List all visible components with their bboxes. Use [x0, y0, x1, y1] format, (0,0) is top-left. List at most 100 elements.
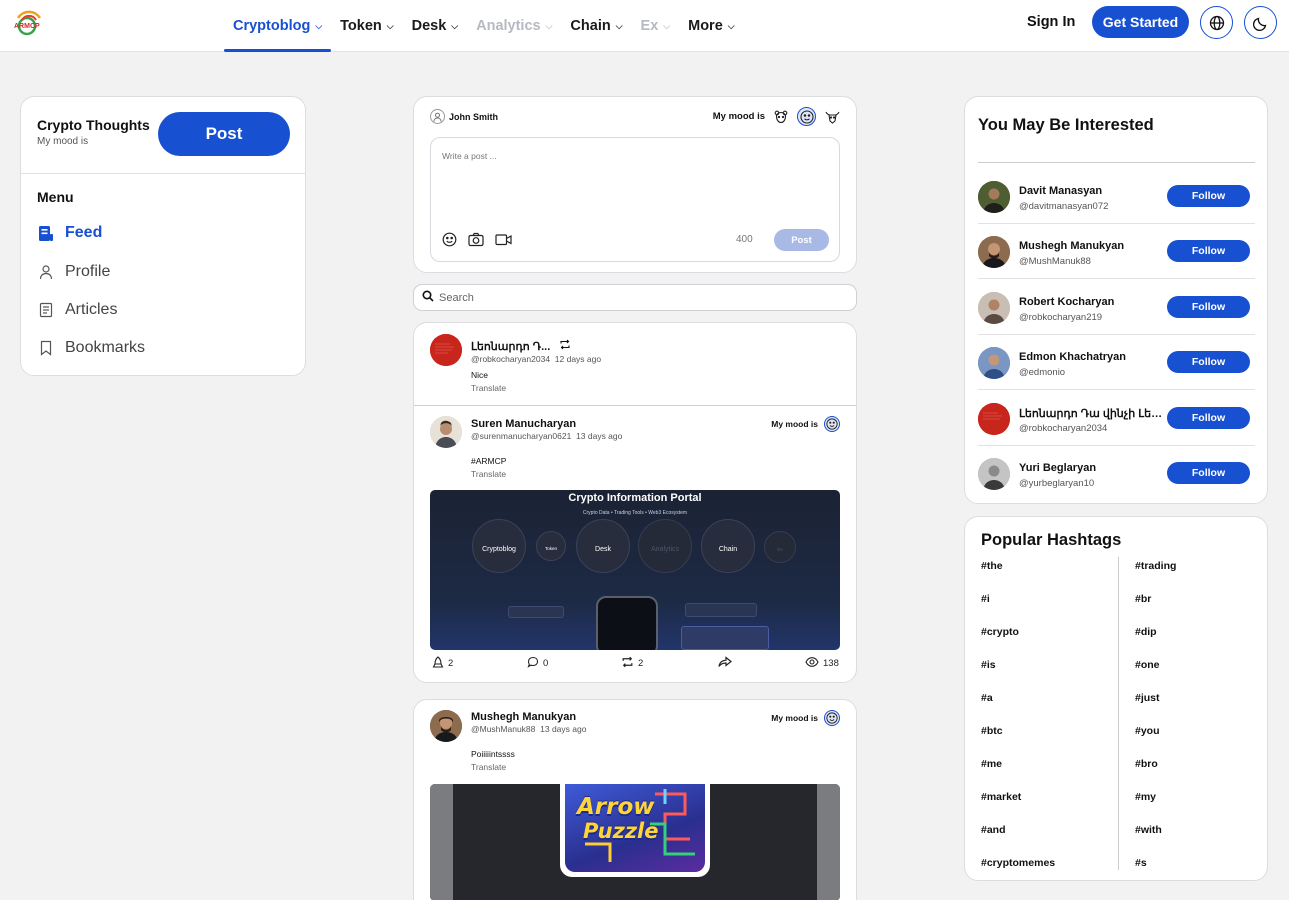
post-stats: 2 0 2 138 — [430, 656, 840, 670]
moon-icon[interactable] — [1244, 6, 1277, 39]
follow-button[interactable]: Follow — [1167, 240, 1250, 262]
post-meta: @MushManuk88 13 days ago — [471, 724, 586, 734]
divider — [21, 173, 306, 174]
post-handle[interactable]: @MushManuk88 — [471, 724, 535, 734]
nav-analytics[interactable]: Analytics ⌵ — [467, 0, 561, 52]
comment-stat[interactable]: 0 — [527, 656, 548, 671]
video-icon[interactable] — [495, 232, 512, 252]
avatar[interactable] — [430, 416, 462, 448]
avatar[interactable] — [978, 458, 1010, 490]
post-image[interactable]: Arrow Puzzle — [430, 784, 840, 900]
hashtag-link[interactable]: #just — [1135, 692, 1160, 704]
mood-subtitle: My mood is — [37, 136, 89, 147]
nav-more[interactable]: More ⌵ — [679, 0, 743, 52]
suggested-user-name[interactable]: Davit Manasyan — [1019, 185, 1102, 197]
post-author-name[interactable]: Suren Manucharyan — [471, 418, 576, 430]
hashtag-link[interactable]: #s — [1135, 857, 1147, 869]
repost-handle[interactable]: @robkocharyan2034 — [471, 354, 550, 364]
follow-button[interactable]: Follow — [1167, 351, 1250, 373]
nav-label: More — [688, 18, 723, 34]
character-count: 400 — [736, 234, 753, 245]
hashtag-link[interactable]: #crypto — [981, 626, 1019, 638]
menu-item-profile[interactable]: Profile — [37, 263, 110, 281]
image-title: Crypto Information Portal — [568, 492, 702, 504]
post-button[interactable]: Post — [158, 112, 290, 156]
like-stat[interactable]: 2 — [432, 656, 453, 671]
hashtag-link[interactable]: #cryptomemes — [981, 857, 1055, 869]
arrow-puzzle-art: Arrow Puzzle — [565, 784, 705, 872]
post-textarea[interactable]: Write a post ... 400 Post — [430, 137, 840, 262]
avatar[interactable] — [430, 334, 462, 366]
menu-item-articles[interactable]: Articles — [37, 301, 117, 319]
suggested-user-name[interactable]: Edmon Khachatryan — [1019, 351, 1126, 363]
follow-button[interactable]: Follow — [1167, 296, 1250, 318]
hashtag-link[interactable]: #trading — [1135, 560, 1176, 572]
bull-icon[interactable] — [824, 109, 840, 125]
armcp-logo[interactable]: ARMCP — [12, 6, 46, 40]
hashtag-link[interactable]: #bro — [1135, 758, 1158, 770]
post-handle[interactable]: @surenmanucharyan0621 — [471, 431, 571, 441]
post-meta: @surenmanucharyan0621 13 days ago — [471, 431, 622, 441]
repost-author-name[interactable]: Լեոնարդո Դ... — [471, 340, 550, 353]
suggested-user-name[interactable]: Լեոնարդո Դա վինչի Լեո... — [1019, 407, 1165, 420]
mood-selector: My mood is — [713, 107, 840, 126]
translate-link[interactable]: Translate — [471, 762, 506, 772]
suggested-user-name[interactable]: Robert Kocharyan — [1019, 296, 1114, 308]
nav-desk[interactable]: Desk ⌵ — [403, 0, 468, 52]
repost-icon — [621, 656, 634, 671]
hashtag-link[interactable]: #market — [981, 791, 1021, 803]
menu-item-feed[interactable]: Feed — [37, 224, 102, 242]
get-started-button[interactable]: Get Started — [1092, 6, 1189, 38]
nav-chain[interactable]: Chain ⌵ — [561, 0, 631, 52]
post-image[interactable]: Crypto Information Portal Crypto Data • … — [430, 490, 840, 650]
hashtag-link[interactable]: #and — [981, 824, 1006, 836]
nav-token[interactable]: Token ⌵ — [331, 0, 402, 52]
phone-mockup — [596, 596, 658, 650]
avatar[interactable] — [430, 710, 462, 742]
hashtags-title: Popular Hashtags — [981, 531, 1122, 549]
hashtag-link[interactable]: #btc — [981, 725, 1003, 737]
emoji-icon[interactable] — [442, 232, 457, 252]
avatar[interactable] — [978, 403, 1010, 435]
hashtag-link[interactable]: #br — [1135, 593, 1151, 605]
follow-button[interactable]: Follow — [1167, 185, 1250, 207]
nav-cryptoblog[interactable]: Cryptoblog ⌵ — [224, 0, 332, 52]
hashtag-link[interactable]: #you — [1135, 725, 1160, 737]
nav-ex[interactable]: Ex ⌵ — [632, 0, 680, 52]
hashtag-link[interactable]: #a — [981, 692, 993, 704]
suggested-user-handle: @yurbeglaryan10 — [1019, 478, 1095, 489]
follow-button[interactable]: Follow — [1167, 462, 1250, 484]
avatar[interactable] — [978, 181, 1010, 213]
suggested-user-name[interactable]: Yuri Beglaryan — [1019, 462, 1096, 474]
search-input[interactable] — [439, 291, 819, 304]
menu-item-bookmarks[interactable]: Bookmarks — [37, 339, 145, 357]
sign-in-link[interactable]: Sign In — [1018, 14, 1084, 30]
camera-icon[interactable] — [468, 232, 484, 252]
suggested-user-name[interactable]: Mushegh Manukyan — [1019, 240, 1124, 252]
translate-link[interactable]: Translate — [471, 383, 506, 393]
share-icon[interactable] — [718, 656, 732, 668]
hashtag-link[interactable]: #my — [1135, 791, 1156, 803]
follow-button[interactable]: Follow — [1167, 407, 1250, 429]
popular-hashtags-card: Popular Hashtags #the #i #crypto #is #a … — [964, 516, 1268, 881]
hashtag-link[interactable]: #one — [1135, 659, 1160, 671]
neutral-face-icon[interactable] — [797, 107, 816, 126]
repost-stat[interactable]: 2 — [621, 656, 643, 671]
hashtag-link[interactable]: #me — [981, 758, 1002, 770]
suggested-user-handle: @robkocharyan2034 — [1019, 423, 1108, 434]
translate-link[interactable]: Translate — [471, 469, 506, 479]
post-author-name[interactable]: Mushegh Manukyan — [471, 711, 576, 723]
hashtag-link[interactable]: #dip — [1135, 626, 1157, 638]
avatar[interactable] — [978, 292, 1010, 324]
avatar[interactable] — [978, 347, 1010, 379]
hashtag-link[interactable]: #i — [981, 593, 990, 605]
avatar[interactable] — [978, 236, 1010, 268]
hashtag-link[interactable]: #is — [981, 659, 996, 671]
composer-post-button[interactable]: Post — [774, 229, 829, 251]
divider — [1118, 557, 1119, 870]
hashtag-link[interactable]: #the — [981, 560, 1003, 572]
bear-icon[interactable] — [773, 109, 789, 125]
chevron-down-icon: ⌵ — [386, 20, 394, 31]
globe-icon[interactable] — [1200, 6, 1233, 39]
hashtag-link[interactable]: #with — [1135, 824, 1162, 836]
